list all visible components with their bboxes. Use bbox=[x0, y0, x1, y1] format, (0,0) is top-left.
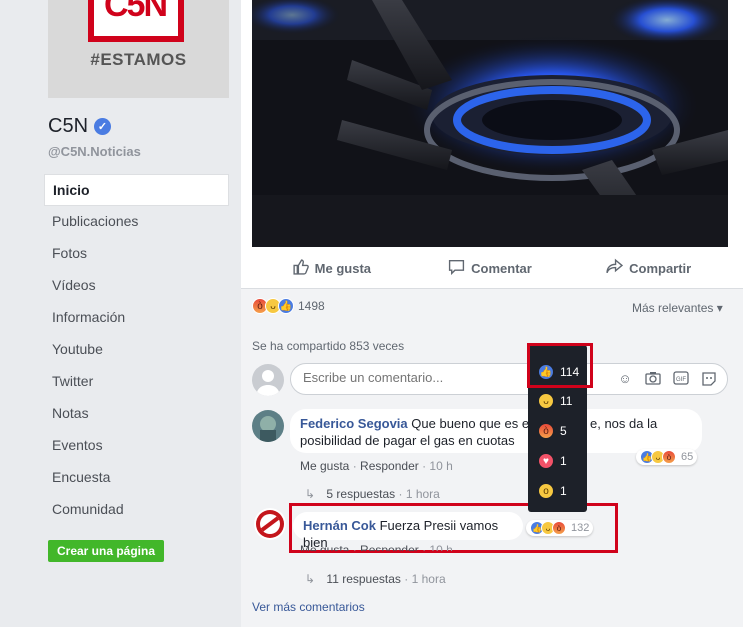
nav-item-comunidad[interactable]: Comunidad bbox=[44, 494, 229, 526]
nav-item-inicio[interactable]: Inicio bbox=[44, 174, 229, 206]
comment-author[interactable]: Federico Segovia bbox=[300, 416, 408, 431]
comment-composer[interactable]: ☺ GIF bbox=[290, 363, 728, 395]
haha-icon: ᴗ bbox=[538, 393, 554, 409]
camera-icon[interactable] bbox=[645, 371, 661, 387]
svg-text:GIF: GIF bbox=[676, 377, 686, 383]
reaction-breakdown-wow: o 1 bbox=[538, 483, 567, 499]
create-page-button[interactable]: Crear una página bbox=[48, 540, 164, 562]
gas-stove-flame-image bbox=[252, 0, 728, 247]
page-cover-image[interactable]: C5N #ESTAMOS bbox=[48, 0, 229, 98]
replies-link[interactable]: ↳ 11 respuestas · 1 hora bbox=[305, 572, 446, 586]
wow-icon: o bbox=[538, 483, 554, 499]
comment-button[interactable]: Comentar bbox=[411, 250, 570, 286]
comment-like-link[interactable]: Me gusta bbox=[300, 459, 349, 473]
reaction-breakdown-haha: ᴗ 11 bbox=[538, 393, 572, 409]
comment-bubble: Hernán Cok Fuerza Presii vamos bien bbox=[293, 512, 523, 550]
avatar[interactable] bbox=[252, 410, 284, 442]
comment-reaction-count: 132 bbox=[571, 522, 590, 534]
love-icon: ♥ bbox=[538, 453, 554, 469]
reactions-summary[interactable]: ò ᴗ 👍 1498 bbox=[252, 298, 325, 314]
c5n-logo: C5N bbox=[88, 0, 184, 42]
comment-like-link[interactable]: Me gusta bbox=[300, 543, 349, 551]
angry-icon: ò bbox=[552, 521, 566, 535]
comment-meta: Me gusta · Responder · 10 h bbox=[300, 543, 453, 551]
highlight-box bbox=[527, 343, 593, 388]
angry-icon: ò bbox=[538, 423, 554, 439]
comment-text: Que bueno que es el bbox=[411, 416, 532, 431]
nav-item-publicaciones[interactable]: Publicaciones bbox=[44, 206, 229, 238]
comment-time[interactable]: 10 h bbox=[429, 543, 452, 551]
comment-bubble-icon bbox=[448, 258, 465, 278]
more-comments-link[interactable]: Ver más comentarios bbox=[252, 600, 365, 614]
nav-item-notas[interactable]: Notas bbox=[44, 398, 229, 430]
reaction-breakdown-angry: ò 5 bbox=[538, 423, 567, 439]
avatar[interactable] bbox=[252, 364, 284, 396]
comment-author[interactable]: Hernán Cok bbox=[303, 518, 376, 533]
reply-arrow-icon: ↳ bbox=[305, 572, 316, 586]
comment-reply-link[interactable]: Responder bbox=[360, 459, 419, 473]
comment-reply-link[interactable]: Responder bbox=[360, 543, 419, 551]
share-button[interactable]: Compartir bbox=[569, 250, 728, 286]
comment-text-line2: posibilidad de pagar el gas en cuotas bbox=[300, 433, 515, 448]
verified-badge-icon: ✓ bbox=[94, 118, 112, 135]
comment-meta: Me gusta · Responder · 10 h bbox=[300, 459, 453, 473]
comment-bubble: Federico Segovia Que bueno que es el e, n… bbox=[290, 409, 702, 453]
sort-dropdown[interactable]: Más relevantes ▾ bbox=[632, 301, 723, 315]
comment-reactions[interactable]: 👍 ᴗ ò 65 bbox=[636, 449, 698, 465]
nav-item-twitter[interactable]: Twitter bbox=[44, 366, 229, 398]
comment-reactions[interactable]: 👍 ᴗ ò 132 bbox=[526, 520, 594, 536]
thumbs-up-icon bbox=[292, 258, 309, 278]
page-name[interactable]: C5N bbox=[48, 115, 88, 138]
nav-item-youtube[interactable]: Youtube bbox=[44, 334, 229, 366]
emoji-icon[interactable]: ☺ bbox=[617, 371, 633, 387]
post-photo-gas-stove[interactable] bbox=[252, 0, 728, 247]
comment-time[interactable]: 10 h bbox=[429, 459, 452, 473]
like-button[interactable]: Me gusta bbox=[252, 250, 411, 286]
comment-input[interactable] bbox=[301, 369, 525, 386]
reply-arrow-icon: ↳ bbox=[305, 487, 316, 501]
reaction-breakdown-love: ♥ 1 bbox=[538, 453, 567, 469]
comment-text-tail: e, nos da la bbox=[590, 416, 658, 431]
comment-reaction-count: 65 bbox=[681, 451, 694, 463]
like-icon: 👍 bbox=[278, 298, 294, 314]
sad-icon: ò bbox=[662, 450, 676, 464]
sticker-icon[interactable] bbox=[701, 371, 717, 387]
avatar[interactable] bbox=[254, 508, 286, 540]
cover-tagline: #ESTAMOS bbox=[90, 50, 187, 69]
share-arrow-icon bbox=[606, 258, 624, 278]
post-actions-bar: Me gusta Comentar Compartir bbox=[252, 250, 728, 286]
nav-item-encuesta[interactable]: Encuesta bbox=[44, 462, 229, 494]
nav-item-videos[interactable]: Vídeos bbox=[44, 270, 229, 302]
page-nav: Inicio Publicaciones Fotos Vídeos Inform… bbox=[44, 174, 229, 526]
nav-item-informacion[interactable]: Información bbox=[44, 302, 229, 334]
nav-item-fotos[interactable]: Fotos bbox=[44, 238, 229, 270]
gif-icon[interactable]: GIF bbox=[673, 371, 689, 387]
page-title[interactable]: C5N ✓ bbox=[48, 115, 112, 138]
nav-item-eventos[interactable]: Eventos bbox=[44, 430, 229, 462]
shares-count[interactable]: Se ha compartido 853 veces bbox=[252, 339, 404, 353]
reaction-count: 1498 bbox=[298, 299, 325, 313]
page-handle[interactable]: @C5N.Noticias bbox=[48, 144, 141, 159]
replies-link[interactable]: ↳ 5 respuestas · 1 hora bbox=[305, 487, 440, 501]
